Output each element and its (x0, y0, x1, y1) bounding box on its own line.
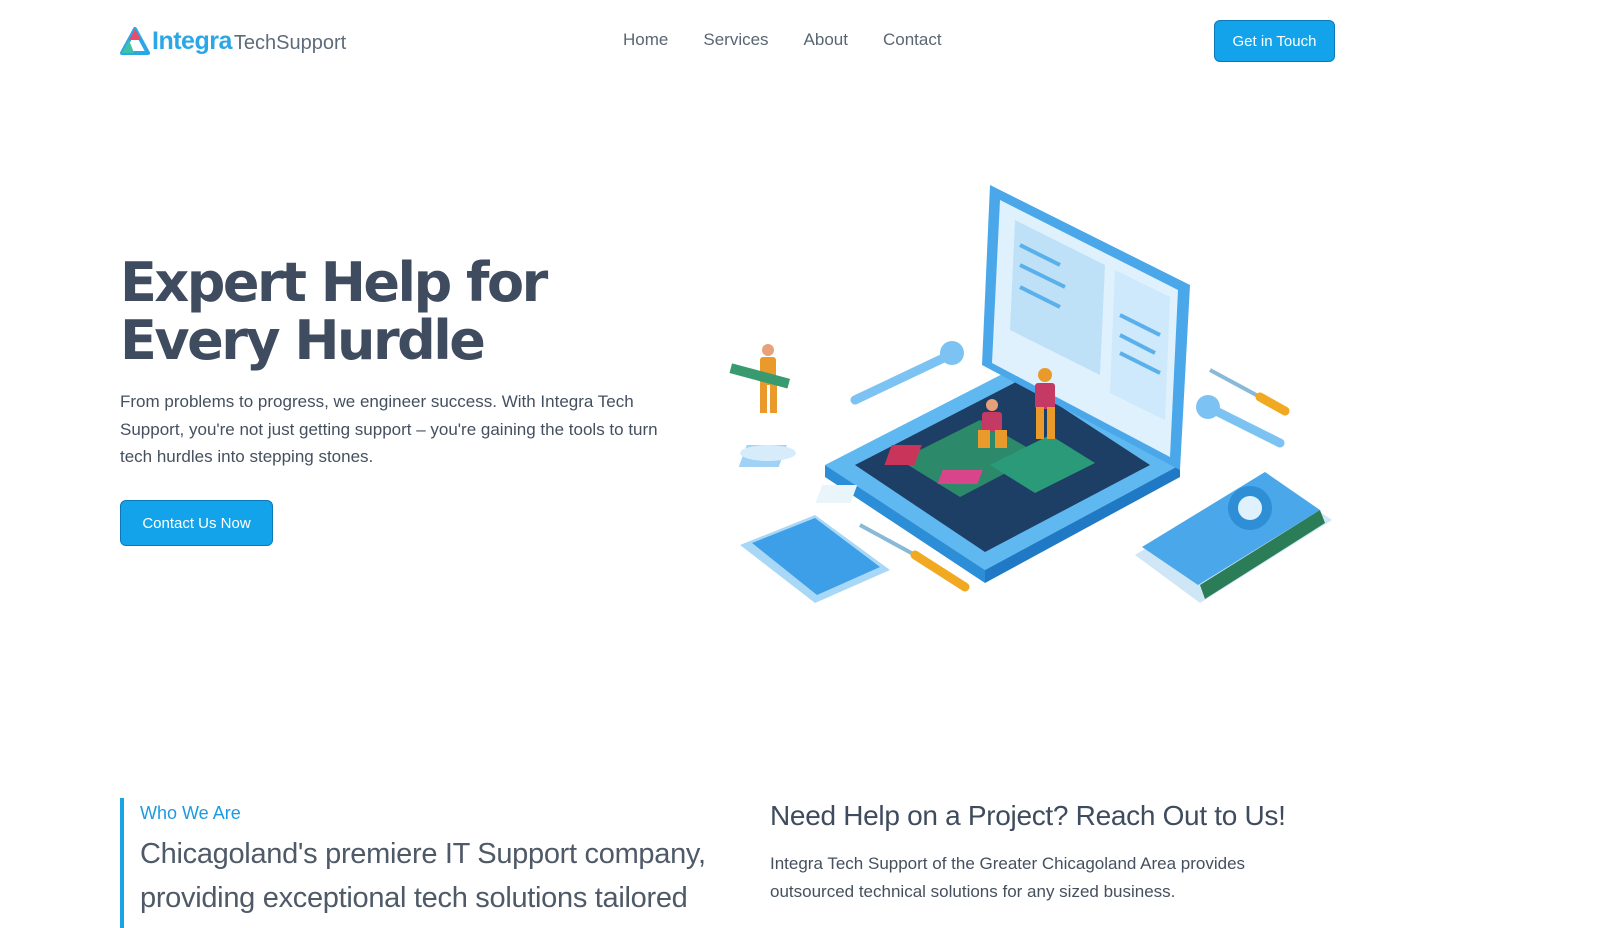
need-help-title: Need Help on a Project? Reach Out to Us! (770, 800, 1286, 831)
site-header: Integra TechSupport Home Services About … (0, 0, 1601, 84)
laptop-repair-illustration (729, 185, 1332, 603)
logo-text-light: TechSupport (233, 31, 347, 54)
who-we-are-section: Who We Are Chicagoland's premiere IT Sup… (120, 798, 720, 928)
need-help-text: Integra Tech Support of the Greater Chic… (770, 854, 1246, 901)
who-we-are-label: Who We Are (140, 803, 241, 823)
integra-logo-icon (120, 27, 150, 55)
hero-title: Expert Help for Every Hurdle (120, 251, 548, 372)
nav-about[interactable]: About (804, 30, 848, 50)
logo-text-bold: Integra (152, 26, 232, 55)
need-help-section: Need Help on a Project? Reach Out to Us!… (770, 800, 1330, 905)
nav-services[interactable]: Services (703, 30, 768, 50)
who-we-are-text: Chicagoland's premiere IT Support compan… (140, 838, 706, 914)
nav-contact[interactable]: Contact (883, 30, 942, 50)
site-logo[interactable]: Integra TechSupport (120, 24, 346, 58)
nav-home[interactable]: Home (623, 30, 668, 50)
hero-description: From problems to progress, we engineer s… (120, 392, 658, 466)
get-in-touch-button[interactable]: Get in Touch (1214, 20, 1335, 62)
contact-us-now-button[interactable]: Contact Us Now (120, 500, 273, 546)
main-nav: Home Services About Contact (623, 30, 942, 50)
